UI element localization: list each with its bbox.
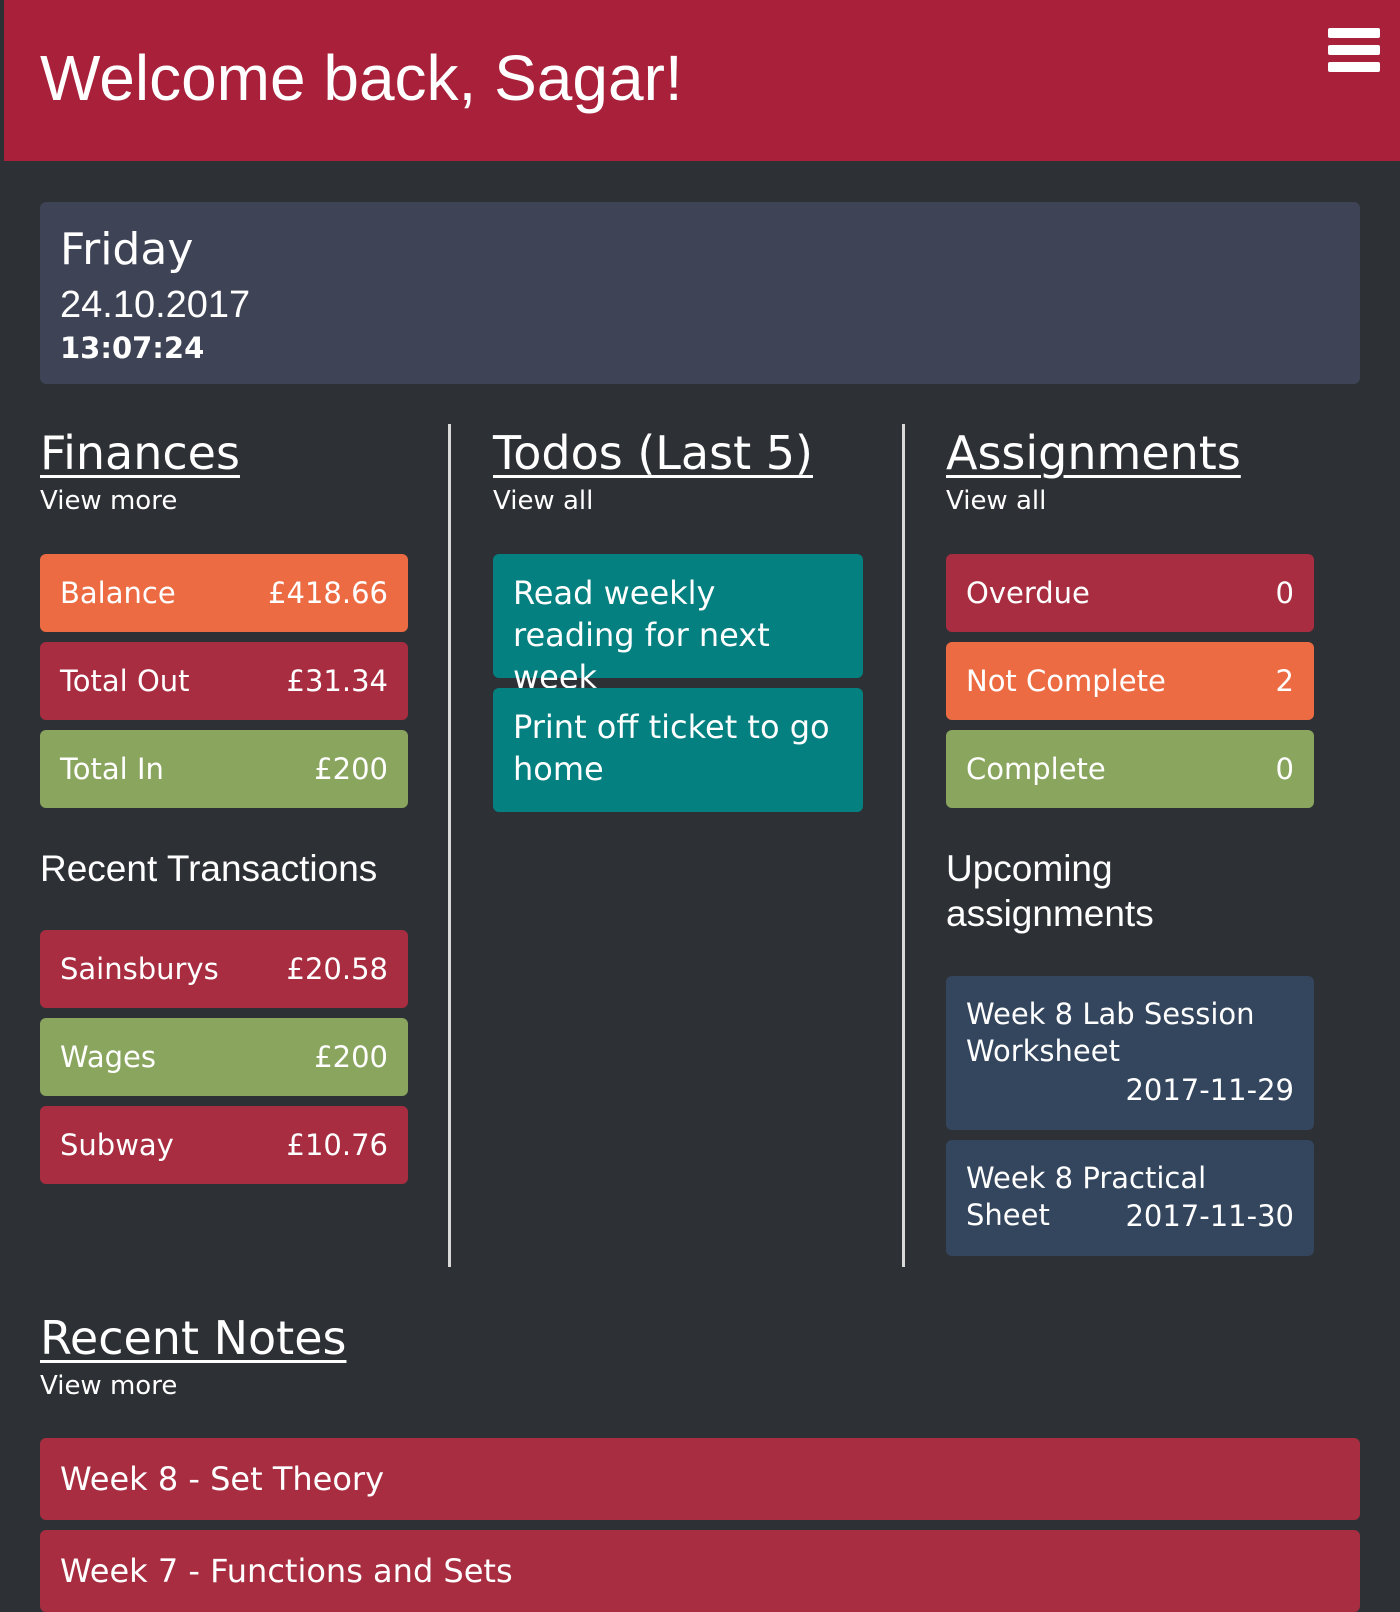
total-out-value: £31.34 xyxy=(286,664,388,698)
todo-item[interactable]: Read weekly reading for next week xyxy=(493,554,863,696)
recent-notes-title[interactable]: Recent Notes xyxy=(40,1305,346,1371)
total-in-label: Total In xyxy=(60,752,164,786)
total-out-card[interactable]: Total Out £31.34 xyxy=(40,642,408,720)
transaction-amount: £10.76 xyxy=(286,1128,388,1162)
assignments-title[interactable]: Assignments xyxy=(946,420,1241,486)
day-label: Friday xyxy=(60,224,194,275)
upcoming-assignments-heading: Upcoming assignments xyxy=(946,848,1154,934)
total-in-card[interactable]: Total In £200 xyxy=(40,730,408,808)
todos-view-all-link[interactable]: View all xyxy=(493,484,593,518)
upcoming-assignment-item[interactable]: Week 8 Practical Sheet 2017-11-30 xyxy=(946,1140,1314,1256)
upcoming-assignment-item[interactable]: Week 8 Lab Session Worksheet 2017-11-29 xyxy=(946,976,1314,1130)
app-header: Welcome back, Sagar! xyxy=(4,0,1400,161)
column-divider xyxy=(902,424,905,1267)
transaction-label: Sainsburys xyxy=(60,952,219,986)
assignment-due-date: 2017-11-29 xyxy=(1125,1073,1294,1107)
complete-card[interactable]: Complete 0 xyxy=(946,730,1314,808)
menu-bar-line xyxy=(1328,62,1380,72)
assignment-title: Week 8 Lab Session Worksheet xyxy=(966,997,1255,1068)
hamburger-menu-icon[interactable] xyxy=(1324,24,1384,76)
menu-bar-line xyxy=(1328,28,1380,38)
todos-title[interactable]: Todos (Last 5) xyxy=(493,420,813,486)
total-out-label: Total Out xyxy=(60,664,190,698)
not-complete-label: Not Complete xyxy=(966,664,1166,698)
notes-view-more-link[interactable]: View more xyxy=(40,1369,177,1403)
complete-count: 0 xyxy=(1275,752,1294,786)
transaction-label: Wages xyxy=(60,1040,156,1074)
transaction-item[interactable]: Wages £200 xyxy=(40,1018,408,1096)
column-divider xyxy=(448,424,451,1267)
finances-title[interactable]: Finances xyxy=(40,420,240,486)
not-complete-count: 2 xyxy=(1275,664,1294,698)
transaction-label: Subway xyxy=(60,1128,174,1162)
balance-value: £418.66 xyxy=(268,576,388,610)
overdue-count: 0 xyxy=(1275,576,1294,610)
transaction-amount: £200 xyxy=(314,1040,388,1074)
time-label: 13:07:24 xyxy=(60,331,205,365)
date-label: 24.10.2017 xyxy=(60,284,251,326)
note-title: Week 8 - Set Theory xyxy=(60,1460,384,1498)
assignments-view-all-link[interactable]: View all xyxy=(946,484,1046,518)
recent-transactions-heading: Recent Transactions xyxy=(40,848,378,889)
welcome-title: Welcome back, Sagar! xyxy=(40,42,683,114)
balance-label: Balance xyxy=(60,576,176,610)
balance-card[interactable]: Balance £418.66 xyxy=(40,554,408,632)
transaction-amount: £20.58 xyxy=(286,952,388,986)
menu-bar-line xyxy=(1328,45,1380,55)
transaction-item[interactable]: Subway £10.76 xyxy=(40,1106,408,1184)
todo-item[interactable]: Print off ticket to go home xyxy=(493,688,863,812)
finances-view-more-link[interactable]: View more xyxy=(40,484,177,518)
not-complete-card[interactable]: Not Complete 2 xyxy=(946,642,1314,720)
transaction-item[interactable]: Sainsburys £20.58 xyxy=(40,930,408,1008)
note-item[interactable]: Week 8 - Set Theory xyxy=(40,1438,1360,1520)
date-panel: Friday 24.10.2017 13:07:24 xyxy=(40,202,1360,384)
overdue-label: Overdue xyxy=(966,576,1090,610)
assignment-due-date: 2017-11-30 xyxy=(1125,1199,1294,1233)
complete-label: Complete xyxy=(966,752,1106,786)
overdue-card[interactable]: Overdue 0 xyxy=(946,554,1314,632)
total-in-value: £200 xyxy=(314,752,388,786)
